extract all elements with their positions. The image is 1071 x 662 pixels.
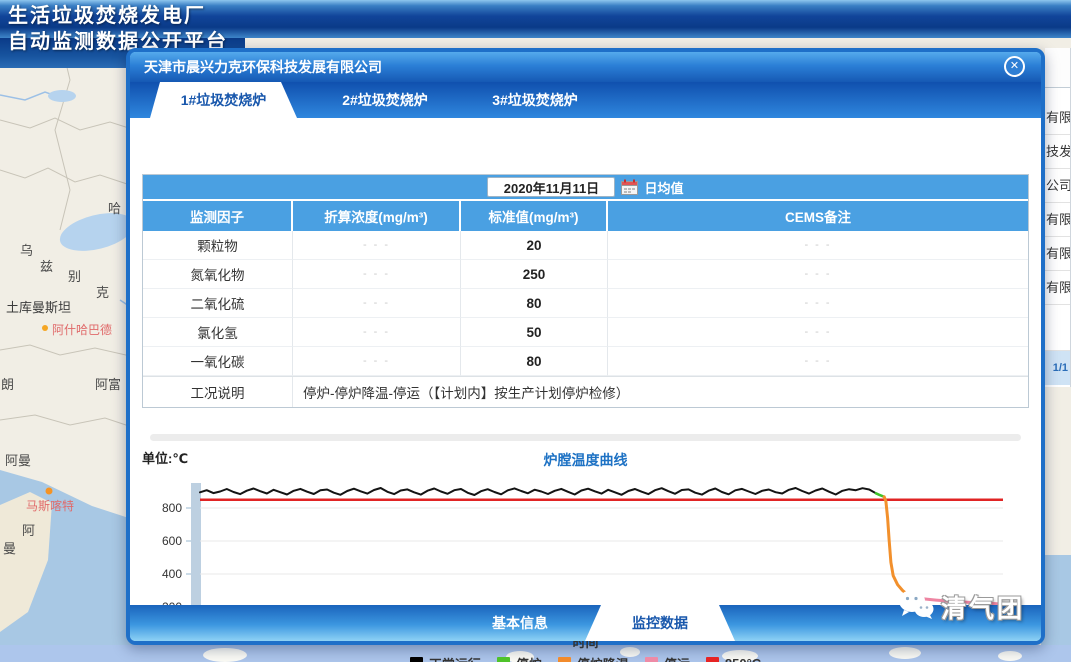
concentration-value: - - - bbox=[293, 318, 461, 347]
enterprise-list-item[interactable]: 技发 bbox=[1045, 135, 1070, 169]
concentration-value: - - - bbox=[293, 260, 461, 289]
map-label-afghanistan: 阿富 bbox=[95, 374, 121, 393]
date-input[interactable] bbox=[487, 177, 615, 197]
watermark-text: 清气团 bbox=[941, 589, 1025, 625]
legend-label: 停炉 bbox=[516, 654, 542, 662]
table-row: 氯化氢 - - - 50 - - - bbox=[143, 318, 1028, 347]
dialog-title: 天津市晨兴力克环保科技发展有限公司 bbox=[144, 59, 382, 75]
standard-value: 20 bbox=[461, 231, 608, 260]
map-label-uz3: 别 bbox=[68, 266, 81, 285]
enterprise-list-item[interactable]: 有限 bbox=[1045, 237, 1070, 271]
enterprise-list-item[interactable]: 有限 bbox=[1045, 203, 1070, 237]
legend-swatch bbox=[410, 657, 423, 662]
tab-incinerator-2[interactable]: 2#垃圾焚烧炉 bbox=[305, 82, 465, 118]
calendar-icon[interactable] bbox=[621, 179, 638, 195]
legend-swatch bbox=[558, 657, 571, 662]
pagination[interactable]: 1/1 bbox=[1045, 351, 1070, 385]
concentration-value: - - - bbox=[293, 347, 461, 376]
legend-swatch bbox=[645, 657, 658, 662]
enterprise-list-item[interactable]: 公司 bbox=[1045, 169, 1070, 203]
date-bar: 日均值 bbox=[143, 175, 1028, 201]
cems-note: - - - bbox=[608, 260, 1028, 289]
factor-name: 二氧化硫 bbox=[143, 289, 293, 318]
screen: 哈 乌 兹 别 克 土库曼斯坦 阿什哈巴德 朗 阿富 阿曼 马斯喀特 阿 曼 生… bbox=[0, 0, 1071, 662]
enterprise-list-header bbox=[1045, 48, 1070, 88]
map-label-uz4: 克 bbox=[96, 282, 109, 301]
standard-value: 50 bbox=[461, 318, 608, 347]
cems-note: - - - bbox=[608, 347, 1028, 376]
map-label-uz2: 兹 bbox=[40, 256, 53, 275]
table-row: 颗粒物 - - - 20 - - - bbox=[143, 231, 1028, 260]
legend-item: 停运 bbox=[645, 654, 690, 662]
table-header-row: 监测因子 折算浓度(mg/m³) 标准值(mg/m³) CEMS备注 bbox=[143, 201, 1028, 231]
site-title-line1: 生活垃圾焚烧发电厂 bbox=[8, 3, 228, 29]
daily-average-label: 日均值 bbox=[644, 178, 683, 197]
enterprise-list-item[interactable]: 有限 bbox=[1045, 101, 1070, 135]
monitor-dialog: 天津市晨兴力克环保科技发展有限公司 ✕ 1#垃圾焚烧炉 2#垃圾焚烧炉 3#垃圾… bbox=[126, 48, 1045, 645]
tab-basic-info[interactable]: 基本信息 bbox=[460, 605, 580, 641]
col-header-factor: 监测因子 bbox=[143, 201, 293, 231]
table-row: 一氧化碳 - - - 80 - - - bbox=[143, 347, 1028, 376]
map-label-kazakh: 哈 bbox=[108, 198, 121, 217]
factor-name: 一氧化碳 bbox=[143, 347, 293, 376]
map-label-iran: 朗 bbox=[1, 374, 14, 393]
standard-value: 80 bbox=[461, 289, 608, 318]
legend-swatch bbox=[497, 657, 510, 662]
cems-note: - - - bbox=[608, 318, 1028, 347]
tab-monitor-data[interactable]: 监控数据 bbox=[585, 605, 735, 641]
tab-incinerator-3[interactable]: 3#垃圾焚烧炉 bbox=[455, 82, 615, 118]
legend-item: 停炉 bbox=[497, 654, 542, 662]
legend-label: 正常运行 bbox=[429, 654, 481, 662]
legend-swatch bbox=[706, 657, 719, 662]
table-row: 氮氧化物 - - - 250 - - - bbox=[143, 260, 1028, 289]
factor-name: 颗粒物 bbox=[143, 231, 293, 260]
legend-item: 850°C bbox=[706, 656, 761, 662]
incinerator-tabs: 1#垃圾焚烧炉 2#垃圾焚烧炉 3#垃圾焚烧炉 bbox=[130, 82, 1041, 118]
svg-text:400: 400 bbox=[162, 567, 182, 581]
map-label-ashgabat: 阿什哈巴德 bbox=[52, 321, 112, 338]
legend-label: 850°C bbox=[725, 656, 761, 662]
condition-label: 工况说明 bbox=[143, 377, 293, 407]
chart-legend: 正常运行 停炉 停炉降温 停运 850°C bbox=[130, 655, 1041, 662]
map-label-oman2b: 曼 bbox=[3, 538, 16, 557]
concentration-value: - - - bbox=[293, 231, 461, 260]
map-label-uz1: 乌 bbox=[20, 240, 33, 259]
legend-item: 停炉降温 bbox=[558, 654, 629, 662]
col-header-standard: 标准值(mg/m³) bbox=[461, 201, 608, 231]
close-icon[interactable]: ✕ bbox=[1004, 56, 1025, 77]
enterprise-list-panel: 有限 技发 公司 有限 有限 有限 1/1 bbox=[1045, 48, 1071, 387]
legend-label: 停运 bbox=[664, 654, 690, 662]
legend-label: 停炉降温 bbox=[577, 654, 629, 662]
dialog-body: 日均值 监测因子 折算浓度(mg/m³) 标准值(mg/m³) CEMS备注 颗… bbox=[130, 118, 1041, 605]
cems-note: - - - bbox=[608, 289, 1028, 318]
enterprise-list-empty-row bbox=[1045, 305, 1070, 351]
table-row: 二氧化硫 - - - 80 - - - bbox=[143, 289, 1028, 318]
condition-text: 停炉-停炉降温-停运（【计划内】按生产计划停炉检修） bbox=[293, 377, 1028, 407]
dialog-titlebar: 天津市晨兴力克环保科技发展有限公司 bbox=[130, 52, 1041, 82]
col-header-concentration: 折算浓度(mg/m³) bbox=[293, 201, 461, 231]
svg-text:800: 800 bbox=[162, 501, 182, 515]
map-label-muscat: 马斯喀特 bbox=[26, 497, 74, 514]
factor-name: 氯化氢 bbox=[143, 318, 293, 347]
enterprise-list-item[interactable]: 有限 bbox=[1045, 271, 1070, 305]
section-divider bbox=[150, 434, 1021, 441]
svg-text:600: 600 bbox=[162, 534, 182, 548]
standard-value: 250 bbox=[461, 260, 608, 289]
cems-note: - - - bbox=[608, 231, 1028, 260]
map-label-oman2a: 阿 bbox=[22, 520, 35, 539]
wechat-icon bbox=[897, 588, 935, 625]
map-label-oman: 阿曼 bbox=[5, 450, 31, 469]
tab-incinerator-1[interactable]: 1#垃圾焚烧炉 bbox=[150, 82, 297, 118]
col-header-cems: CEMS备注 bbox=[608, 201, 1028, 231]
standard-value: 80 bbox=[461, 347, 608, 376]
map-label-turkmenistan: 土库曼斯坦 bbox=[6, 297, 71, 316]
watermark: 清气团 bbox=[897, 588, 1025, 625]
condition-note-row: 工况说明 停炉-停炉降温-停运（【计划内】按生产计划停炉检修） bbox=[143, 376, 1028, 407]
factor-name: 氮氧化物 bbox=[143, 260, 293, 289]
concentration-value: - - - bbox=[293, 289, 461, 318]
monitor-table: 日均值 监测因子 折算浓度(mg/m³) 标准值(mg/m³) CEMS备注 颗… bbox=[142, 174, 1029, 408]
legend-item: 正常运行 bbox=[410, 654, 481, 662]
